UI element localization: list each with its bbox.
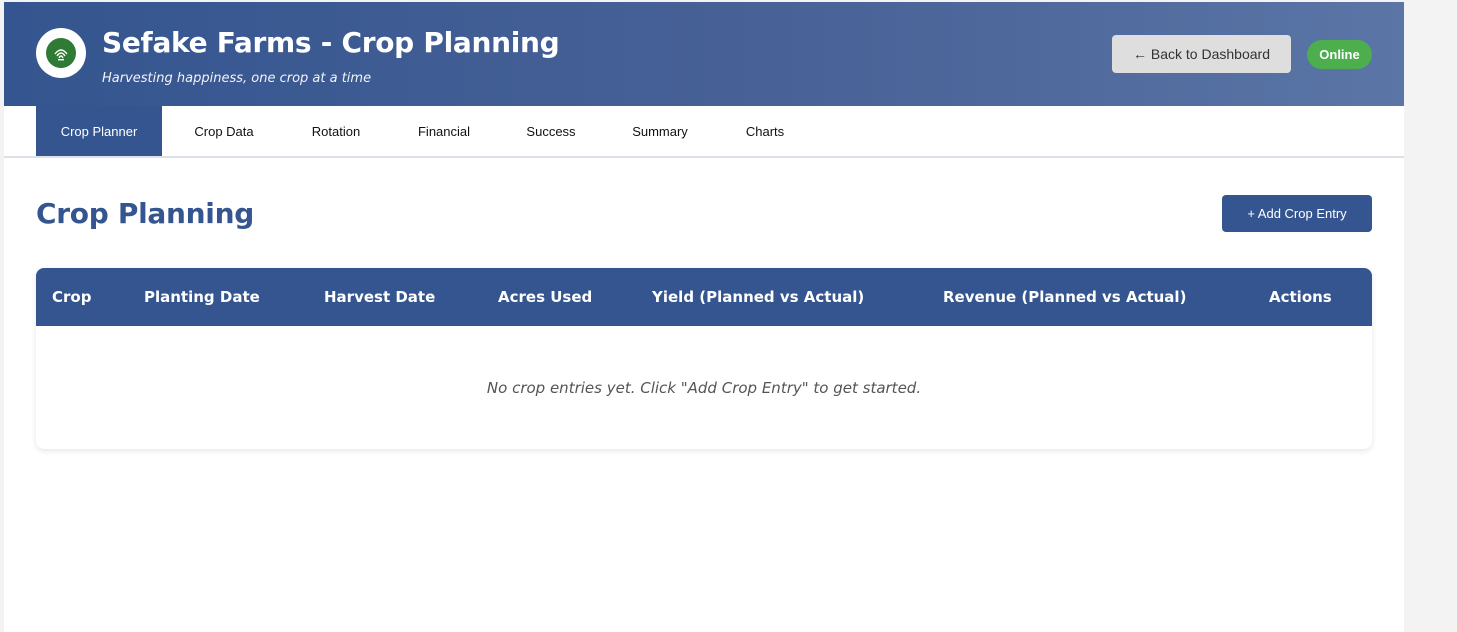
tab-rotation[interactable]: Rotation [290,106,382,156]
table-header-row: Crop Planting Date Harvest Date Acres Us… [36,268,1372,326]
column-header-planting-date[interactable]: Planting Date [144,268,260,326]
status-badge: Online [1307,40,1372,69]
tab-financial[interactable]: Financial [398,106,490,156]
section-title: Crop Planning [36,197,254,230]
tab-success[interactable]: Success [506,106,596,156]
tab-crop-planner[interactable]: Crop Planner [36,106,162,156]
column-header-revenue[interactable]: Revenue (Planned vs Actual) [943,268,1186,326]
tab-summary[interactable]: Summary [612,106,708,156]
app-tagline: Harvesting happiness, one crop at a time [102,71,372,86]
logo-graphic [54,49,68,61]
empty-state-message: No crop entries yet. Click "Add Crop Ent… [486,378,922,397]
farm-logo-icon [46,38,76,68]
column-header-acres-used[interactable]: Acres Used [498,268,592,326]
column-header-harvest-date[interactable]: Harvest Date [324,268,435,326]
page: Sefake Farms - Crop Planning Harvesting … [4,2,1404,632]
tab-charts[interactable]: Charts [724,106,806,156]
app-title: Sefake Farms - Crop Planning [102,26,560,59]
add-crop-entry-button[interactable]: + Add Crop Entry [1222,195,1372,232]
column-header-crop[interactable]: Crop [52,268,91,326]
app-header: Sefake Farms - Crop Planning Harvesting … [4,2,1404,106]
column-header-yield[interactable]: Yield (Planned vs Actual) [652,268,864,326]
back-to-dashboard-button[interactable]: ← Back to Dashboard [1112,35,1291,73]
tab-bar: Crop Planner Crop Data Rotation Financia… [4,106,1404,158]
crop-table: Crop Planting Date Harvest Date Acres Us… [36,268,1372,449]
logo [36,28,86,78]
column-header-actions: Actions [1269,288,1332,306]
tab-crop-data[interactable]: Crop Data [174,106,274,156]
